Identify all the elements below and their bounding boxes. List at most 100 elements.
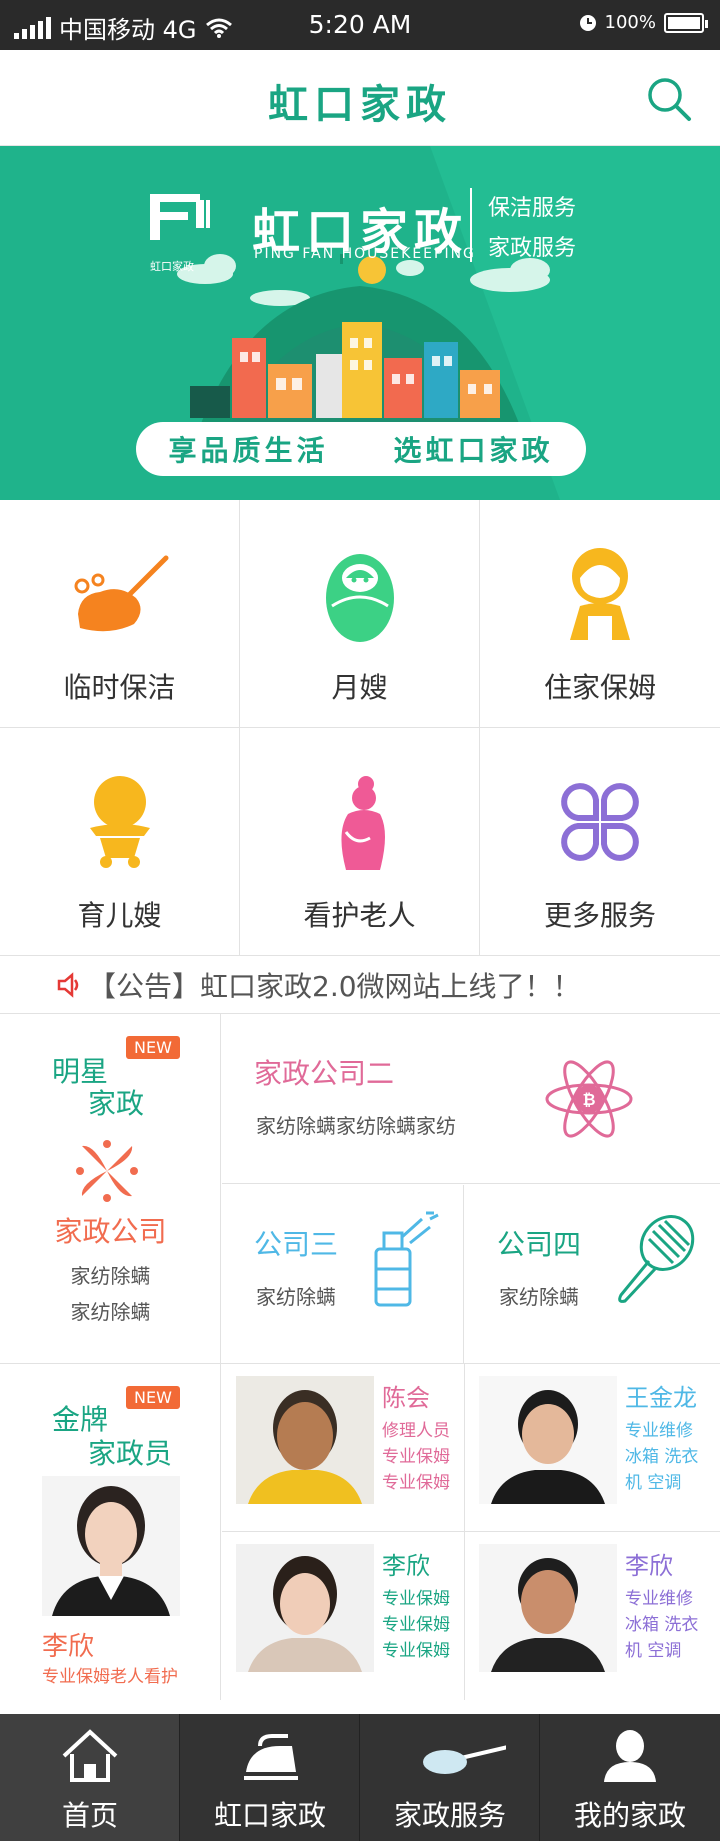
banner-service-housekeeping: 家政服务 bbox=[488, 236, 577, 261]
nanny-icon bbox=[570, 548, 630, 640]
service-temporary-cleaning[interactable]: 临时保洁 bbox=[0, 500, 240, 728]
announcement-bar[interactable]: 【公告】虹口家政2.0微网站上线了！！ bbox=[0, 956, 720, 1014]
service-label: 临时保洁 bbox=[63, 671, 176, 704]
star-company-featured[interactable]: 明星 家政 NEW 家政公司 家纺除螨 家纺除螨 bbox=[0, 1014, 221, 1364]
page-title: 虹口家政 bbox=[268, 82, 452, 128]
hairbrush-icon bbox=[618, 1215, 695, 1303]
nav-home[interactable]: 首页 bbox=[0, 1714, 180, 1841]
nav-label: 虹口家政 bbox=[213, 1799, 326, 1832]
search-icon[interactable] bbox=[646, 76, 692, 122]
staff-desc: 专业保姆 bbox=[382, 1615, 450, 1635]
staff-name: 李欣 bbox=[625, 1552, 673, 1580]
staff-card[interactable]: 王金龙 专业维修 冰箱 洗衣 机 空调 bbox=[465, 1364, 720, 1532]
company-logo bbox=[150, 194, 210, 240]
nav-services[interactable]: 家政服务 bbox=[360, 1714, 540, 1841]
staff-desc: 机 空调 bbox=[625, 1641, 682, 1661]
announcement-text: 【公告】虹口家政2.0微网站上线了！！ bbox=[88, 969, 581, 1003]
staff-name: 李欣 bbox=[382, 1552, 430, 1580]
staff-desc: 专业保姆 bbox=[382, 1447, 450, 1467]
company-card-4[interactable]: 公司四 家纺除螨 bbox=[465, 1185, 720, 1364]
staff-photo bbox=[479, 1544, 617, 1672]
service-label: 月嫂 bbox=[331, 671, 388, 704]
banner-brand-en: PING FAN HOUSEKEEPING bbox=[254, 246, 476, 262]
slogan-left: 享品质生活 bbox=[168, 434, 329, 467]
service-label: 育儿嫂 bbox=[77, 899, 162, 932]
staff-desc: 专业保姆老人看护 bbox=[42, 1667, 178, 1687]
bottom-nav: 首页 虹口家政 家政服务 我的家政 bbox=[0, 1714, 720, 1841]
promo-banner[interactable]: 虹口家政 虹口家政 PING FAN HOUSEKEEPING 保洁服务 家政服… bbox=[0, 146, 720, 500]
alarm-icon bbox=[579, 14, 596, 31]
section-title: 家政员 bbox=[88, 1437, 173, 1470]
baby-wrap-icon bbox=[326, 554, 394, 642]
company-name: 公司三 bbox=[254, 1228, 339, 1261]
nav-hongkou[interactable]: 虹口家政 bbox=[180, 1714, 360, 1841]
elder-care-icon bbox=[341, 776, 385, 870]
section-title: 家政 bbox=[88, 1087, 145, 1120]
toddler-icon bbox=[90, 776, 150, 868]
nav-label: 首页 bbox=[61, 1799, 118, 1832]
slogan-right: 选虹口家政 bbox=[393, 434, 554, 467]
battery-percent: 100% bbox=[604, 12, 656, 33]
service-label: 更多服务 bbox=[543, 899, 656, 932]
staff-name: 李欣 bbox=[42, 1632, 95, 1662]
service-more[interactable]: 更多服务 bbox=[480, 728, 720, 956]
company-name: 公司四 bbox=[497, 1228, 582, 1261]
star-companies-section: 明星 家政 NEW 家政公司 家纺除螨 家纺除螨 家政公司二 家纺除螨家纺除螨家… bbox=[0, 1014, 720, 1364]
staff-photo bbox=[42, 1476, 180, 1616]
flower-icon bbox=[76, 1140, 138, 1202]
service-live-in-nanny[interactable]: 住家保姆 bbox=[480, 500, 720, 728]
service-childcare[interactable]: 育儿嫂 bbox=[0, 728, 240, 956]
banner-service-cleaning: 保洁服务 bbox=[488, 196, 577, 221]
staff-desc: 专业维修 bbox=[625, 1589, 693, 1609]
nav-my[interactable]: 我的家政 bbox=[540, 1714, 720, 1841]
mop-icon bbox=[423, 1745, 506, 1774]
broom-icon bbox=[74, 555, 169, 632]
more-services-icon bbox=[561, 783, 639, 861]
staff-card[interactable]: 李欣 专业保姆 专业保姆 专业保姆 bbox=[222, 1532, 465, 1700]
staff-name: 陈会 bbox=[382, 1384, 430, 1412]
service-label: 住家保姆 bbox=[543, 671, 656, 704]
iron-icon bbox=[244, 1734, 298, 1780]
company-desc: 家纺除螨 bbox=[70, 1300, 151, 1324]
service-label: 看护老人 bbox=[303, 899, 416, 932]
svg-text:₿: ₿ bbox=[582, 1090, 595, 1109]
staff-desc: 冰箱 洗衣 bbox=[625, 1615, 699, 1635]
new-badge: NEW bbox=[126, 1386, 180, 1409]
staff-desc: 专业保姆 bbox=[382, 1641, 450, 1661]
home-icon bbox=[62, 1729, 118, 1782]
nav-label: 我的家政 bbox=[573, 1799, 686, 1832]
speaker-icon bbox=[57, 971, 79, 998]
banner-slogan: 享品质生活 选虹口家政 bbox=[136, 422, 586, 476]
company-card-2[interactable]: 家政公司二 家纺除螨家纺除螨家纺 ₿ bbox=[222, 1014, 720, 1184]
staff-name: 王金龙 bbox=[625, 1384, 697, 1412]
service-maternity-nurse[interactable]: 月嫂 bbox=[240, 500, 480, 728]
staff-desc: 机 空调 bbox=[625, 1473, 682, 1493]
staff-photo bbox=[236, 1376, 374, 1504]
staff-desc: 专业保姆 bbox=[382, 1589, 450, 1609]
new-badge: NEW bbox=[126, 1036, 180, 1059]
gold-staff-section: 金牌 家政员 NEW 李欣 专业保姆老人看护 陈会 修理人员 专业保姆 专业保姆 bbox=[0, 1364, 720, 1714]
battery-icon bbox=[664, 12, 708, 33]
featured-staff-card[interactable]: 金牌 家政员 NEW 李欣 专业保姆老人看护 bbox=[0, 1364, 221, 1700]
company-desc: 家纺除螨 bbox=[70, 1264, 151, 1288]
banner-divider bbox=[470, 188, 472, 262]
company-desc: 家纺除螨 bbox=[499, 1285, 579, 1309]
company-desc: 家纺除螨家纺除螨家纺 bbox=[256, 1114, 456, 1138]
staff-photo bbox=[479, 1376, 617, 1504]
staff-desc: 修理人员 bbox=[382, 1421, 450, 1441]
status-bar: 中国移动 4G 5:20 AM 100% bbox=[0, 0, 720, 50]
logo-text: 虹口家政 bbox=[150, 260, 194, 273]
company-name: 家政公司 bbox=[54, 1215, 167, 1248]
company-card-3[interactable]: 公司三 家纺除螨 bbox=[222, 1185, 464, 1364]
nav-label: 家政服务 bbox=[393, 1799, 506, 1832]
user-icon bbox=[604, 1730, 656, 1782]
service-grid: 临时保洁 月嫂 住家保姆 育儿嫂 看护老人 更多服务 bbox=[0, 500, 720, 956]
company-name: 家政公司二 bbox=[254, 1057, 395, 1090]
staff-desc: 专业保姆 bbox=[382, 1473, 450, 1493]
staff-card[interactable]: 李欣 专业维修 冰箱 洗衣 机 空调 bbox=[465, 1532, 720, 1700]
staff-desc: 专业维修 bbox=[625, 1421, 693, 1441]
service-elder-care[interactable]: 看护老人 bbox=[240, 728, 480, 956]
staff-card[interactable]: 陈会 修理人员 专业保姆 专业保姆 bbox=[222, 1364, 465, 1532]
spray-bottle-icon bbox=[374, 1211, 439, 1307]
atom-icon: ₿ bbox=[545, 1060, 633, 1138]
